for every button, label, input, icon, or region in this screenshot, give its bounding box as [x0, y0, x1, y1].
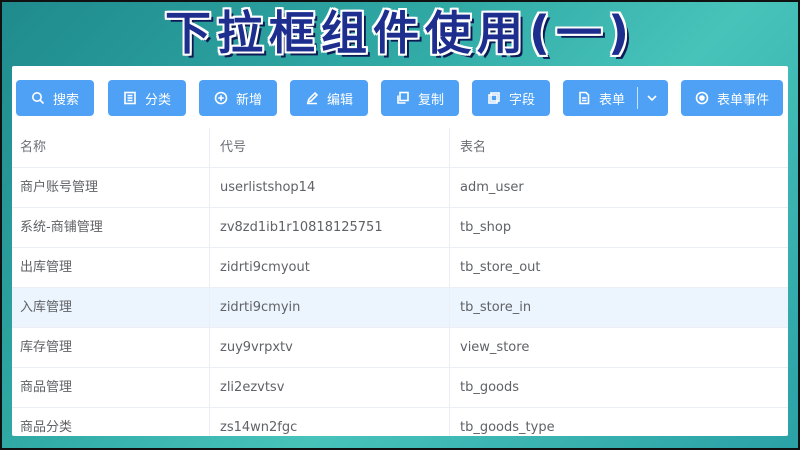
fields-button[interactable]: 字段 [472, 80, 550, 116]
category-button-label: 分类 [144, 92, 171, 108]
table-row[interactable]: 系统-商铺管理 zv8zd1ib1r10818125751 tb_shop [12, 208, 788, 248]
plus-circle-icon [214, 91, 228, 105]
cell-code: zli2ezvtsv [210, 368, 450, 408]
column-header-code[interactable]: 代号 [210, 128, 450, 168]
cell-name: 入库管理 [12, 288, 210, 328]
copy-button-label: 复制 [417, 92, 444, 108]
form-dropdown-toggle[interactable] [638, 80, 666, 116]
form-split-button: 表单 [563, 80, 668, 116]
form-button-label: 表单 [598, 92, 625, 108]
cell-table-name: tb_goods [460, 380, 520, 395]
table-row[interactable]: 商品分类 zs14wn2fgc tb_goods_type [12, 408, 788, 436]
form-events-button[interactable]: 表单事件 [681, 80, 783, 116]
chevron-down-icon [645, 91, 659, 105]
cell-name: 商品管理 [12, 368, 210, 408]
column-header-name[interactable]: 名称 [12, 128, 210, 168]
cell-code: zidrti9cmyin [210, 288, 450, 328]
cell-table-name: tb_shop [460, 220, 512, 235]
table-row[interactable]: 出库管理 zidrti9cmyout tb_store_out [12, 248, 788, 288]
table-row-highlighted[interactable]: 入库管理 zidrti9cmyin tb_store_in [12, 288, 788, 328]
add-button-label: 新增 [235, 92, 262, 108]
cell-code: zidrti9cmyout [210, 248, 450, 288]
cell-name: 系统-商铺管理 [12, 208, 210, 248]
category-button[interactable]: 分类 [108, 80, 186, 116]
page-title: 下拉框组件使用(一) [164, 6, 636, 60]
fields-button-label: 字段 [508, 92, 535, 108]
fields-icon [487, 91, 501, 105]
pencil-icon [305, 91, 319, 105]
cell-table-name: view_store [460, 340, 530, 355]
edit-button[interactable]: 编辑 [290, 80, 368, 116]
search-button[interactable]: 搜索 [16, 80, 94, 116]
table-row[interactable]: 库存管理 zuy9vrpxtv view_store [12, 328, 788, 368]
table-row[interactable]: 商品管理 zli2ezvtsv tb_goods [12, 368, 788, 408]
cell-name: 出库管理 [12, 248, 210, 288]
cell-table-name: tb_store_out [460, 260, 541, 275]
list-icon [123, 91, 137, 105]
cell-code: userlistshop14 [210, 168, 450, 208]
target-icon [695, 91, 709, 105]
table-row[interactable]: 商户账号管理 userlistshop14 adm_user [12, 168, 788, 208]
form-events-button-label: 表单事件 [716, 92, 769, 108]
document-icon [577, 91, 591, 105]
edit-button-label: 编辑 [326, 92, 353, 108]
cell-table-name: adm_user [460, 180, 524, 195]
cell-name: 商户账号管理 [12, 168, 210, 208]
cell-table-name: tb_store_in [460, 300, 532, 315]
search-button-label: 搜索 [52, 92, 79, 108]
search-icon [31, 91, 45, 105]
cell-code: zuy9vrpxtv [210, 328, 450, 368]
table-header-row: 名称 代号 表名 [12, 128, 788, 168]
data-table: 名称 代号 表名 商户账号管理 userlistshop14 adm_user … [12, 128, 788, 436]
cell-name: 库存管理 [12, 328, 210, 368]
add-button[interactable]: 新增 [199, 80, 277, 116]
cell-code: zs14wn2fgc [210, 408, 450, 436]
main-panel: 搜索 分类 新增 编辑 复制 字段 表单 表单事件 名称 代号 表名 商户账号管… [12, 66, 788, 436]
cell-name: 商品分类 [12, 408, 210, 436]
toolbar: 搜索 分类 新增 编辑 复制 字段 表单 表单事件 [16, 80, 786, 116]
form-button[interactable]: 表单 [565, 80, 637, 116]
copy-icon [396, 91, 410, 105]
copy-button[interactable]: 复制 [381, 80, 459, 116]
cell-table-name: tb_goods_type [460, 420, 555, 435]
column-header-table-name[interactable]: 表名 [450, 128, 788, 168]
cell-code: zv8zd1ib1r10818125751 [210, 208, 450, 248]
